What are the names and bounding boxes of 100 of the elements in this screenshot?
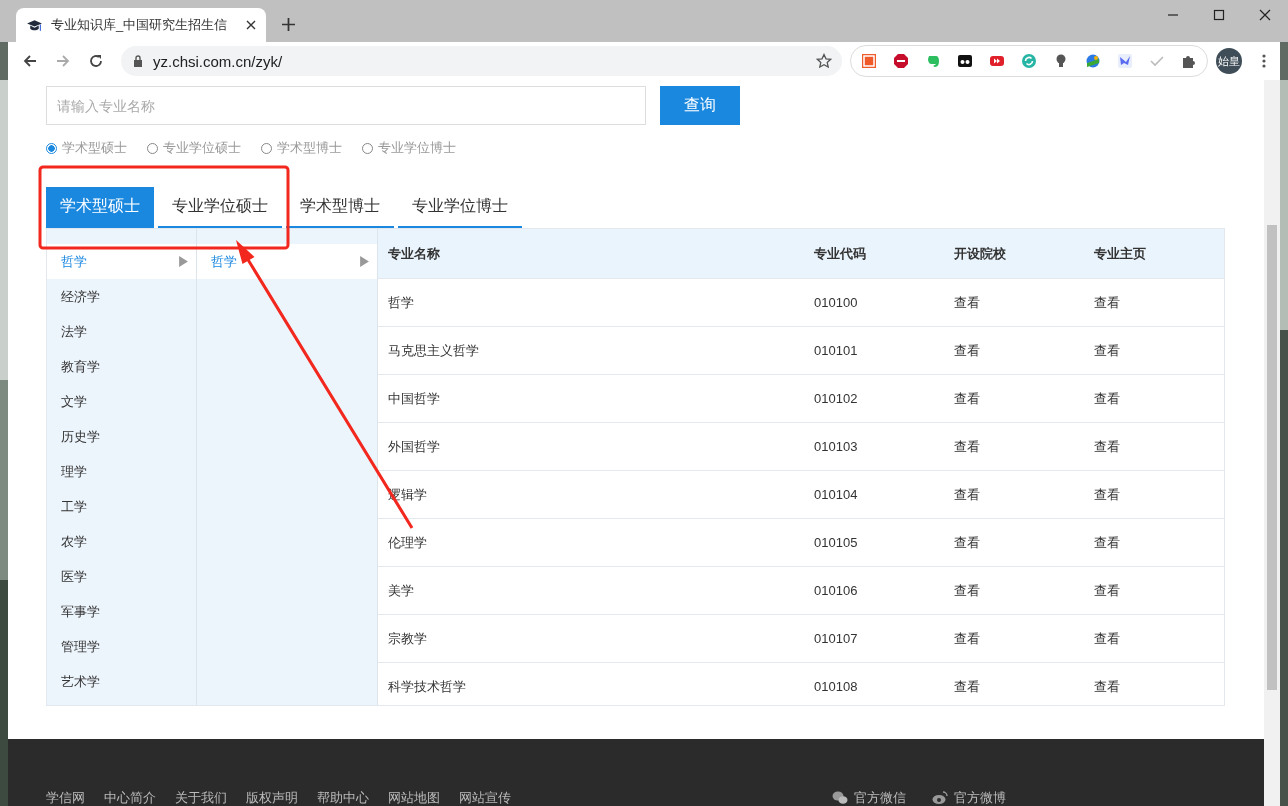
fast-forward-icon[interactable] bbox=[989, 53, 1005, 69]
category-item[interactable]: 哲学 bbox=[47, 244, 196, 279]
footer-link[interactable]: 官方微信 bbox=[854, 790, 906, 806]
category-item[interactable]: 医学 bbox=[47, 559, 196, 594]
table-cell: 010108 bbox=[804, 662, 944, 710]
table-cell: 010103 bbox=[804, 422, 944, 471]
footer-link[interactable]: 关于我们 bbox=[175, 790, 227, 806]
menu-icon[interactable] bbox=[1262, 53, 1266, 69]
category-item[interactable]: 经济学 bbox=[47, 279, 196, 314]
table-cell: 查看 bbox=[944, 614, 1084, 663]
reload-icon[interactable] bbox=[88, 53, 104, 69]
category-item[interactable]: 军事学 bbox=[47, 594, 196, 629]
table-cell: 查看 bbox=[944, 278, 1084, 327]
address-bar[interactable]: yz.chsi.com.cn/zyk/ bbox=[121, 46, 842, 76]
table-cell: 外国哲学 bbox=[378, 422, 804, 471]
triangle-icon bbox=[179, 256, 188, 267]
footer-link[interactable]: 帮助中心 bbox=[317, 790, 369, 806]
table-cell: 宗教学 bbox=[378, 614, 804, 663]
profile-avatar[interactable]: 始皇 bbox=[1216, 48, 1242, 74]
category-label: 工学 bbox=[61, 497, 88, 516]
category-item[interactable]: 历史学 bbox=[47, 419, 196, 454]
category-label: 理学 bbox=[61, 462, 88, 481]
table-cell: 马克思主义哲学 bbox=[378, 326, 804, 375]
table-cell: 查看 bbox=[944, 374, 1084, 423]
tab-title: 专业知识库_中国研究生招生信 bbox=[51, 16, 229, 34]
tab[interactable]: 学术型硕士 bbox=[46, 187, 154, 228]
category-item[interactable]: 管理学 bbox=[47, 629, 196, 664]
triangle-icon bbox=[360, 256, 369, 267]
search-field[interactable]: 请输入专业名称 bbox=[46, 86, 646, 125]
category-label: 经济学 bbox=[61, 287, 101, 306]
footer-link[interactable]: 官方微博 bbox=[954, 790, 1006, 806]
category-item[interactable]: 法学 bbox=[47, 314, 196, 349]
forward-icon[interactable] bbox=[55, 53, 71, 69]
close-icon[interactable] bbox=[246, 20, 256, 30]
footer-link[interactable]: 中心简介 bbox=[104, 790, 156, 806]
category-label: 医学 bbox=[61, 567, 88, 586]
category-item[interactable]: 文学 bbox=[47, 384, 196, 419]
sync-icon[interactable] bbox=[1021, 53, 1037, 69]
footer-link[interactable]: 学信网 bbox=[46, 790, 85, 806]
table-cell: 查看 bbox=[1084, 422, 1224, 471]
new-tab-icon[interactable] bbox=[282, 18, 295, 31]
table-cell: 查看 bbox=[1084, 374, 1224, 423]
table-cell: 010105 bbox=[804, 518, 944, 567]
check-icon[interactable] bbox=[1149, 53, 1165, 69]
footer-link[interactable]: 网站地图 bbox=[388, 790, 440, 806]
globe-icon[interactable] bbox=[1085, 53, 1101, 69]
table-cell: 查看 bbox=[1084, 614, 1224, 663]
category-item[interactable]: 理学 bbox=[47, 454, 196, 489]
column-header: 开设院校 bbox=[944, 229, 1084, 279]
table-cell: 查看 bbox=[944, 470, 1084, 519]
category-item[interactable]: 教育学 bbox=[47, 349, 196, 384]
table-cell: 查看 bbox=[1084, 470, 1224, 519]
puzzle-icon[interactable] bbox=[1181, 53, 1197, 69]
subcategory-item[interactable]: 哲学 bbox=[197, 244, 377, 279]
category-label: 农学 bbox=[61, 532, 88, 551]
table-cell: 查看 bbox=[1084, 566, 1224, 615]
search-button[interactable]: 查询 bbox=[660, 86, 740, 125]
category-item[interactable]: 工学 bbox=[47, 489, 196, 524]
chat-bubbles-icon bbox=[832, 791, 848, 805]
table-cell: 010106 bbox=[804, 566, 944, 615]
table-cell: 010100 bbox=[804, 278, 944, 327]
table-cell: 010102 bbox=[804, 374, 944, 423]
table-cell: 查看 bbox=[1084, 326, 1224, 375]
category-label: 军事学 bbox=[61, 602, 101, 621]
table-cell: 查看 bbox=[944, 326, 1084, 375]
table-cell: 查看 bbox=[944, 518, 1084, 567]
table-cell: 科学技术哲学 bbox=[378, 662, 804, 710]
back-icon[interactable] bbox=[22, 53, 38, 69]
table-cell: 中国哲学 bbox=[378, 374, 804, 423]
category-label: 法学 bbox=[61, 322, 88, 341]
subcategory-label: 哲学 bbox=[211, 252, 238, 271]
table-cell: 查看 bbox=[944, 422, 1084, 471]
table-cell: 伦理学 bbox=[378, 518, 804, 567]
table-cell: 查看 bbox=[944, 566, 1084, 615]
table-cell: 查看 bbox=[944, 662, 1084, 710]
table-cell: 查看 bbox=[1084, 278, 1224, 327]
table-cell: 010104 bbox=[804, 470, 944, 519]
radio-button[interactable] bbox=[46, 142, 57, 154]
footer-link[interactable]: 版权声明 bbox=[246, 790, 298, 806]
table-cell: 美学 bbox=[378, 566, 804, 615]
star-icon[interactable] bbox=[816, 53, 832, 69]
scroll-thumb[interactable] bbox=[1267, 225, 1277, 690]
footer-link[interactable]: 网站宣传 bbox=[459, 790, 511, 806]
url-text: yz.chsi.com.cn/zyk/ bbox=[153, 52, 283, 70]
category-label: 管理学 bbox=[61, 637, 101, 656]
table-cell: 010101 bbox=[804, 326, 944, 375]
category-label: 哲学 bbox=[61, 252, 88, 271]
extension-icon[interactable] bbox=[957, 53, 973, 69]
column-header: 专业主页 bbox=[1084, 229, 1224, 279]
scrollbar[interactable] bbox=[1264, 80, 1280, 806]
category-label: 文学 bbox=[61, 392, 88, 411]
category-item[interactable]: 农学 bbox=[47, 524, 196, 559]
table-cell: 查看 bbox=[1084, 662, 1224, 710]
category-label: 艺术学 bbox=[61, 672, 101, 691]
category-item[interactable]: 艺术学 bbox=[47, 664, 196, 699]
table-cell: 查看 bbox=[1084, 518, 1224, 567]
table-cell: 010107 bbox=[804, 614, 944, 663]
lock-icon bbox=[133, 55, 143, 67]
stop-sign-icon[interactable] bbox=[893, 53, 909, 69]
browser-tab[interactable]: 专业知识库_中国研究生招生信 bbox=[16, 8, 266, 42]
